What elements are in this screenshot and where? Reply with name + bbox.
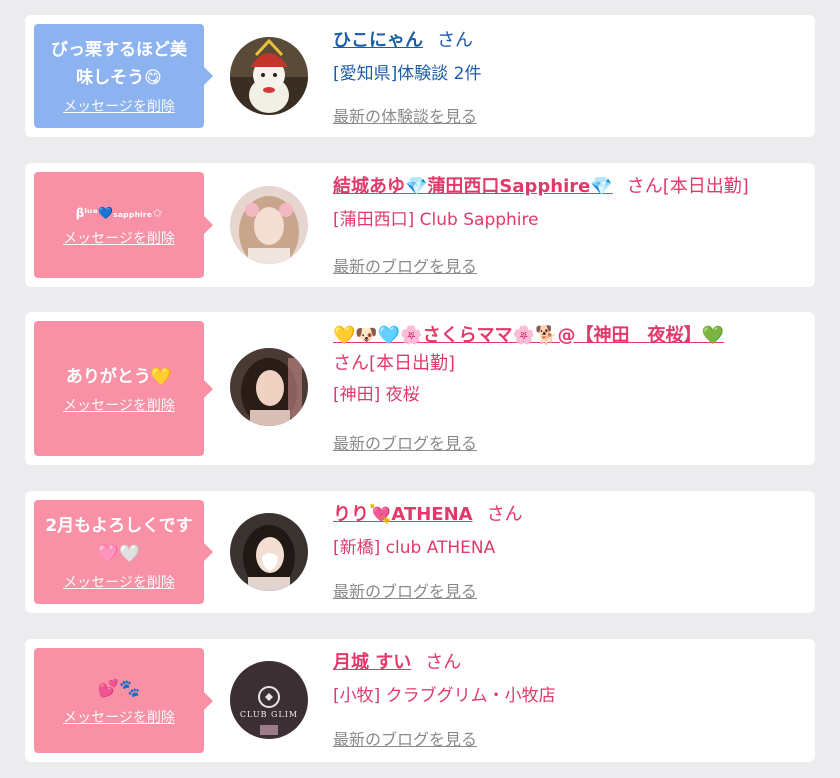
list-item: 2月もよろしくです🩷🤍 メッセージを削除 りり💘ATHENA さん [新橋] cl… <box>25 491 815 613</box>
avatar[interactable] <box>230 348 308 426</box>
honorific: さん <box>425 652 462 673</box>
honorific: さん <box>486 504 523 525</box>
view-latest-link[interactable]: 最新のブログを見る <box>333 578 477 602</box>
list-item: びっ栗するほど美味しそう😋 メッセージを削除 ひこにゃん さん [愛知県]体験談 … <box>25 15 815 137</box>
message-list: びっ栗するほど美味しそう😋 メッセージを削除 ひこにゃん さん [愛知県]体験談 … <box>0 0 840 778</box>
message-bubble: びっ栗するほど美味しそう😋 メッセージを削除 <box>34 24 213 128</box>
delete-message-link[interactable]: メッセージを削除 <box>63 707 175 727</box>
message-text: 2月もよろしくです🩷🤍 <box>45 516 193 564</box>
view-latest-link[interactable]: 最新の体験談を見る <box>333 103 477 127</box>
honorific: さん[本日出勤] <box>333 353 456 374</box>
view-latest-link[interactable]: 最新のブログを見る <box>333 253 477 277</box>
sender-name-link[interactable]: りり💘ATHENA <box>333 504 473 525</box>
message-text: ありがとう💛 <box>65 366 173 387</box>
sender-subtitle: [小牧] クラブグリム・小牧店 <box>333 686 556 706</box>
delete-message-link[interactable]: メッセージを削除 <box>63 96 175 116</box>
delete-message-link[interactable]: メッセージを削除 <box>63 572 175 592</box>
sender-name-link[interactable]: 月城 すい <box>333 652 411 673</box>
sender-name-link[interactable]: 結城あゆ💎蒲田西口Sapphire💎 <box>333 176 613 197</box>
avatar[interactable]: CLUB GLIM <box>230 661 308 739</box>
sender-name-link[interactable]: 💛🐶🩵🌸さくらママ🌸🐕@【神田 夜桜】💚 <box>333 325 724 346</box>
message-bubble: 💕🐾 メッセージを削除 <box>34 648 213 753</box>
avatar[interactable] <box>230 37 308 115</box>
avatar-logo-text: CLUB GLIM <box>240 710 298 719</box>
message-bubble: ありがとう💛 メッセージを削除 <box>34 321 213 456</box>
list-item: 💕🐾 メッセージを削除 CLUB GLIM 月城 すい さん [小牧] クラブグリ… <box>25 639 815 762</box>
avatar[interactable] <box>230 513 308 591</box>
honorific: さん[本日出勤] <box>626 176 749 197</box>
delete-message-link[interactable]: メッセージを削除 <box>63 228 175 248</box>
sender-subtitle: [愛知県]体験談 2件 <box>333 64 482 84</box>
honorific: さん <box>437 30 473 51</box>
message-text: βˡᵘᵉ💙ₛₐₚₚₕᵢᵣₑ✩ <box>75 206 163 220</box>
sender-subtitle: [新橋] club ATHENA <box>333 538 496 558</box>
list-item: βˡᵘᵉ💙ₛₐₚₚₕᵢᵣₑ✩ メッセージを削除 結城あゆ💎蒲田西口Sapphir… <box>25 163 815 287</box>
avatar[interactable] <box>230 186 308 264</box>
delete-message-link[interactable]: メッセージを削除 <box>63 395 175 415</box>
sender-name-link[interactable]: ひこにゃん <box>333 30 423 51</box>
message-text: 💕🐾 <box>97 678 141 699</box>
sender-subtitle: [蒲田西口] Club Sapphire <box>333 210 539 230</box>
view-latest-link[interactable]: 最新のブログを見る <box>333 430 477 454</box>
message-text: びっ栗するほど美味しそう😋 <box>51 40 187 88</box>
sender-subtitle: [神田] 夜桜 <box>333 385 420 405</box>
view-latest-link[interactable]: 最新のブログを見る <box>333 726 477 750</box>
list-item: ありがとう💛 メッセージを削除 💛🐶🩵🌸さくらママ🌸🐕@【神田 夜桜】💚 さん[… <box>25 312 815 465</box>
message-bubble: βˡᵘᵉ💙ₛₐₚₚₕᵢᵣₑ✩ メッセージを削除 <box>34 172 213 278</box>
message-bubble: 2月もよろしくです🩷🤍 メッセージを削除 <box>34 500 213 604</box>
